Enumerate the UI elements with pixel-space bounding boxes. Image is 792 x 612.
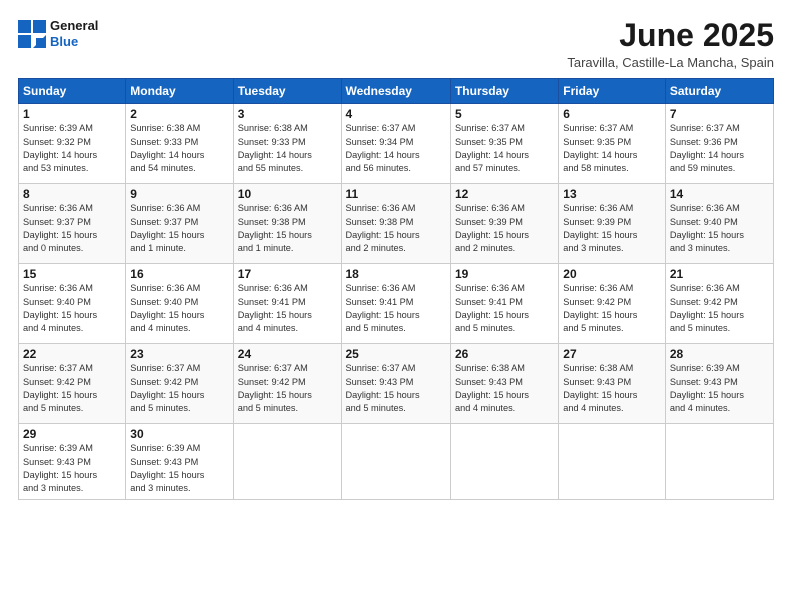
empty-cell-2: [341, 424, 450, 499]
day-8: 8 Sunrise: 6:36 AMSunset: 9:37 PMDayligh…: [19, 184, 126, 264]
week-row-1: 1 Sunrise: 6:39 AMSunset: 9:32 PMDayligh…: [19, 104, 774, 184]
day-18: 18 Sunrise: 6:36 AMSunset: 9:41 PMDaylig…: [341, 264, 450, 344]
week-row-4: 22 Sunrise: 6:37 AMSunset: 9:42 PMDaylig…: [19, 344, 774, 424]
day-13: 13 Sunrise: 6:36 AMSunset: 9:39 PMDaylig…: [559, 184, 666, 264]
day-15: 15 Sunrise: 6:36 AMSunset: 9:40 PMDaylig…: [19, 264, 126, 344]
day-23: 23 Sunrise: 6:37 AMSunset: 9:42 PMDaylig…: [126, 344, 233, 424]
day-1: 1 Sunrise: 6:39 AMSunset: 9:32 PMDayligh…: [19, 104, 126, 184]
day-28: 28 Sunrise: 6:39 AMSunset: 9:43 PMDaylig…: [665, 344, 773, 424]
day-14: 14 Sunrise: 6:36 AMSunset: 9:40 PMDaylig…: [665, 184, 773, 264]
page: General Blue June 2025 Taravilla, Castil…: [0, 0, 792, 612]
day-22: 22 Sunrise: 6:37 AMSunset: 9:42 PMDaylig…: [19, 344, 126, 424]
weekday-header-row: Sunday Monday Tuesday Wednesday Thursday…: [19, 79, 774, 104]
title-block: June 2025 Taravilla, Castille-La Mancha,…: [567, 18, 774, 70]
day-11: 11 Sunrise: 6:36 AMSunset: 9:38 PMDaylig…: [341, 184, 450, 264]
day-16: 16 Sunrise: 6:36 AMSunset: 9:40 PMDaylig…: [126, 264, 233, 344]
col-tuesday: Tuesday: [233, 79, 341, 104]
day-5: 5 Sunrise: 6:37 AMSunset: 9:35 PMDayligh…: [450, 104, 558, 184]
day-6: 6 Sunrise: 6:37 AMSunset: 9:35 PMDayligh…: [559, 104, 666, 184]
logo: General Blue: [18, 18, 98, 49]
calendar: Sunday Monday Tuesday Wednesday Thursday…: [18, 78, 774, 499]
day-24: 24 Sunrise: 6:37 AMSunset: 9:42 PMDaylig…: [233, 344, 341, 424]
day-7: 7 Sunrise: 6:37 AMSunset: 9:36 PMDayligh…: [665, 104, 773, 184]
month-title: June 2025: [567, 18, 774, 53]
day-2: 2 Sunrise: 6:38 AMSunset: 9:33 PMDayligh…: [126, 104, 233, 184]
day-3: 3 Sunrise: 6:38 AMSunset: 9:33 PMDayligh…: [233, 104, 341, 184]
col-thursday: Thursday: [450, 79, 558, 104]
week-row-2: 8 Sunrise: 6:36 AMSunset: 9:37 PMDayligh…: [19, 184, 774, 264]
col-wednesday: Wednesday: [341, 79, 450, 104]
col-monday: Monday: [126, 79, 233, 104]
day-30: 30 Sunrise: 6:39 AMSunset: 9:43 PMDaylig…: [126, 424, 233, 499]
logo-icon: [18, 20, 46, 48]
logo-text: General Blue: [50, 18, 98, 49]
day-25: 25 Sunrise: 6:37 AMSunset: 9:43 PMDaylig…: [341, 344, 450, 424]
day-29: 29 Sunrise: 6:39 AMSunset: 9:43 PMDaylig…: [19, 424, 126, 499]
week-row-3: 15 Sunrise: 6:36 AMSunset: 9:40 PMDaylig…: [19, 264, 774, 344]
day-12: 12 Sunrise: 6:36 AMSunset: 9:39 PMDaylig…: [450, 184, 558, 264]
empty-cell-3: [450, 424, 558, 499]
day-26: 26 Sunrise: 6:38 AMSunset: 9:43 PMDaylig…: [450, 344, 558, 424]
day-27: 27 Sunrise: 6:38 AMSunset: 9:43 PMDaylig…: [559, 344, 666, 424]
day-9: 9 Sunrise: 6:36 AMSunset: 9:37 PMDayligh…: [126, 184, 233, 264]
week-row-5: 29 Sunrise: 6:39 AMSunset: 9:43 PMDaylig…: [19, 424, 774, 499]
day-10: 10 Sunrise: 6:36 AMSunset: 9:38 PMDaylig…: [233, 184, 341, 264]
header: General Blue June 2025 Taravilla, Castil…: [18, 18, 774, 70]
location: Taravilla, Castille-La Mancha, Spain: [567, 55, 774, 70]
col-friday: Friday: [559, 79, 666, 104]
empty-cell-1: [233, 424, 341, 499]
day-17: 17 Sunrise: 6:36 AMSunset: 9:41 PMDaylig…: [233, 264, 341, 344]
logo-line1: General: [50, 18, 98, 33]
logo-line2: Blue: [50, 34, 78, 49]
col-saturday: Saturday: [665, 79, 773, 104]
day-19: 19 Sunrise: 6:36 AMSunset: 9:41 PMDaylig…: [450, 264, 558, 344]
empty-cell-4: [559, 424, 666, 499]
day-4: 4 Sunrise: 6:37 AMSunset: 9:34 PMDayligh…: [341, 104, 450, 184]
col-sunday: Sunday: [19, 79, 126, 104]
day-21: 21 Sunrise: 6:36 AMSunset: 9:42 PMDaylig…: [665, 264, 773, 344]
empty-cell-5: [665, 424, 773, 499]
day-20: 20 Sunrise: 6:36 AMSunset: 9:42 PMDaylig…: [559, 264, 666, 344]
